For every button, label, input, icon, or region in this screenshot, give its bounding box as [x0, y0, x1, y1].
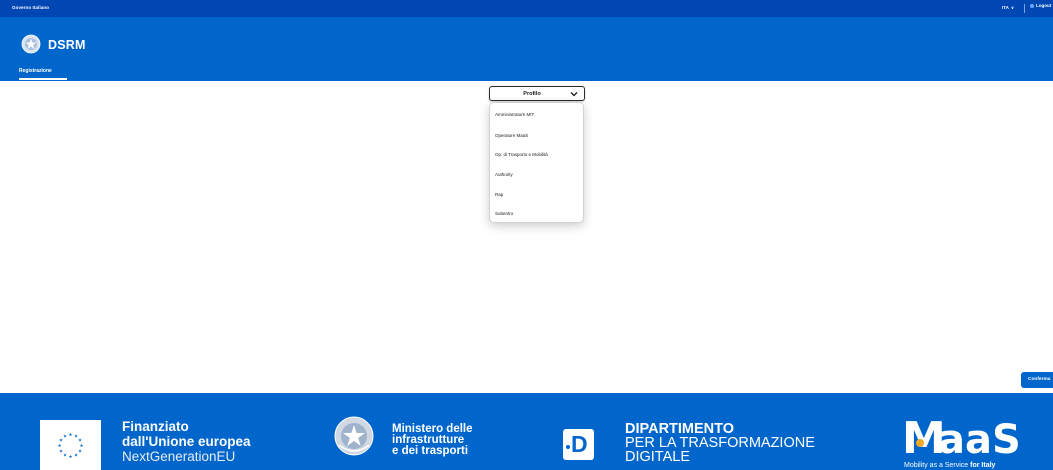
svg-text:★: ★ [79, 443, 83, 449]
option-subentro[interactable]: Subentro [495, 211, 513, 216]
footer: ★ ★ ★ ★ ★ ★ ★ ★ ★ ★ ★ ★ Finanziato dall'… [0, 393, 1053, 470]
svg-text:★: ★ [78, 449, 82, 455]
profile-dropdown-menu: Amministratore MIT Operatore MaaS Op. di… [489, 102, 584, 223]
svg-text:★: ★ [63, 453, 67, 459]
dtd-letter: D [571, 431, 588, 457]
digital-transformation-text: DIPARTIMENTO PER LA TRASFORMAZIONE DIGIT… [625, 421, 815, 465]
nav-tab-registrazione[interactable]: Registrazione [19, 68, 52, 74]
option-amministratore-mit[interactable]: Amministratore MIT [495, 112, 534, 117]
government-link[interactable]: Governo Italiano [12, 5, 49, 10]
app-title: DSRM [48, 38, 86, 52]
confirm-button[interactable]: Conferma [1021, 372, 1053, 388]
eu-flag-icon: ★ ★ ★ ★ ★ ★ ★ ★ ★ ★ ★ ★ [40, 420, 101, 470]
dtd-line-1: DIPARTIMENTO [625, 421, 735, 437]
svg-text:★: ★ [78, 438, 82, 444]
dtd-dot [566, 445, 570, 449]
dtd-line-3: DIGITALE [625, 449, 690, 465]
maas-tagline-plain: Mobility as a Service [904, 462, 971, 469]
italian-republic-emblem-icon [21, 34, 41, 54]
maas-logo: M aaS [902, 413, 1021, 461]
option-op-trasporto-mobilita[interactable]: Op. di Trasporto e Mobilità [495, 152, 548, 157]
dtd-line-2: PER LA TRASFORMAZIONE [625, 435, 815, 451]
option-rap[interactable]: Rap [495, 192, 503, 197]
language-label: ITA [1002, 5, 1009, 10]
eu-line-3: NextGenerationEU [122, 449, 236, 464]
svg-text:★: ★ [74, 453, 78, 459]
language-selector[interactable]: ITA ∨ [1002, 5, 1014, 10]
ministry-text: Ministero delle infrastrutture e dei tra… [392, 423, 473, 457]
profile-select-label: Profilo [523, 91, 541, 97]
option-authority[interactable]: Authority [495, 172, 513, 177]
svg-text:★: ★ [68, 432, 72, 438]
eu-funding-text: Finanziato dall'Unione europea NextGener… [122, 419, 250, 464]
app-header: DSRM Registrazione [0, 17, 1053, 81]
government-topbar: Governo Italiano ITA ∨ Logout [0, 0, 1053, 17]
option-operatore-maas[interactable]: Operatore MaaS [495, 133, 528, 138]
logout-button[interactable]: Logout [1030, 3, 1051, 8]
topbar-divider [1024, 4, 1025, 13]
logout-label: Logout [1036, 3, 1052, 8]
svg-text:aaS: aaS [938, 417, 1021, 461]
maas-tagline-bold: for Italy [970, 462, 996, 469]
profile-select[interactable]: Profilo [489, 86, 585, 101]
user-icon [1030, 3, 1034, 8]
svg-text:★: ★ [68, 454, 72, 460]
maas-tagline: Mobility as a Service for Italy [904, 462, 995, 469]
mit-line-3: e dei trasporti [392, 445, 469, 457]
eu-line-1: Finanziato [122, 419, 189, 434]
svg-text:★: ★ [59, 449, 63, 455]
eu-line-2: dall'Unione europea [122, 434, 251, 449]
active-tab-indicator [19, 78, 67, 80]
svg-text:★: ★ [57, 443, 61, 449]
chevron-down-icon [570, 92, 578, 97]
svg-text:★: ★ [63, 434, 67, 440]
chevron-down-icon: ∨ [1010, 5, 1015, 10]
italian-republic-emblem-icon [334, 416, 374, 456]
dtd-logo-icon: D [563, 429, 594, 460]
